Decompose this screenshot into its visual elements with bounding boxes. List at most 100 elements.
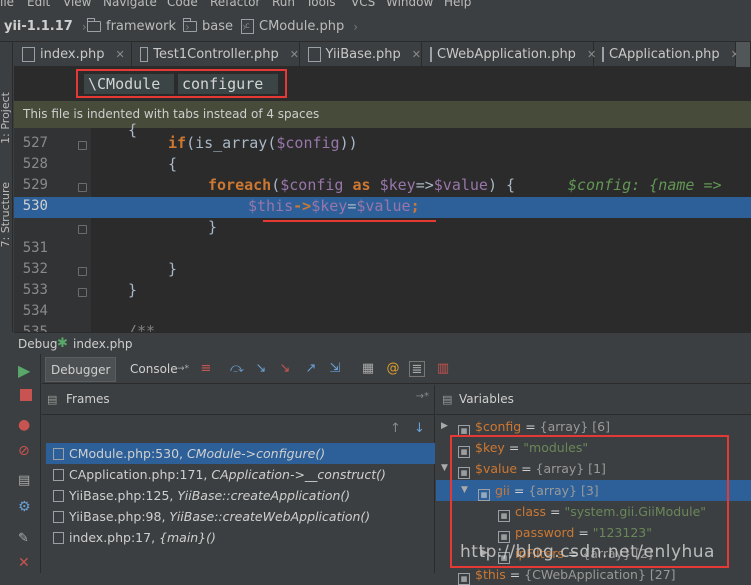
project-tool-tab[interactable]: 1: Project — [0, 92, 12, 144]
menu-vcs[interactable]: VCS — [351, 0, 375, 9]
code-line-534: } — [128, 281, 138, 299]
annotation-underline — [263, 220, 436, 222]
code-line-527: if(is_array($config)) — [168, 134, 358, 152]
step-into-icon[interactable]: ↘ — [253, 361, 269, 377]
nav-folder-base[interactable]: base › — [183, 18, 247, 34]
mute-breakpoints-icon[interactable]: ⊘ — [18, 443, 34, 459]
menu-help[interactable]: Help — [444, 0, 471, 9]
nav-project[interactable]: yii-1.1.17 › — [4, 19, 87, 34]
php-file-icon — [308, 47, 321, 62]
debug-label: Debug — [18, 337, 58, 351]
menu-bar: ile Edit View Navigate Code Refactor Run… — [0, 0, 751, 10]
run-to-cursor-icon[interactable]: ⇲ — [327, 361, 343, 377]
tab-cmodule-php[interactable] — [736, 42, 751, 67]
tab-test1controller-php[interactable]: Test1Controller.php ✕ — [132, 42, 300, 67]
php-frame-icon — [53, 532, 64, 544]
step-out-icon[interactable]: ↗ — [303, 361, 319, 377]
structure-tool-tab[interactable]: 7: Structure — [0, 182, 12, 247]
menu-tools[interactable]: Tools — [306, 0, 336, 9]
folder-icon — [87, 18, 101, 32]
code-line-533: } — [168, 260, 178, 278]
php-frame-icon — [53, 490, 64, 502]
variables-icon: ▤ — [442, 393, 453, 406]
pin-icon[interactable]: →* — [416, 391, 429, 402]
frames-title: Frames — [66, 392, 110, 406]
inline-debug-hint: $config: {name => — [568, 176, 722, 194]
close-icon[interactable]: ✕ — [18, 555, 34, 571]
variables-title: Variables — [459, 392, 514, 406]
fold-marker[interactable] — [78, 225, 87, 234]
tab-console[interactable]: Console — [125, 357, 183, 382]
view-breakpoints-icon[interactable]: ● — [18, 417, 34, 433]
variable-config[interactable]: ▦ $config = {array} [6] — [458, 416, 610, 437]
frames-header: ▤ Frames →* — [42, 385, 435, 415]
fold-marker[interactable] — [78, 267, 87, 276]
php-frame-icon — [53, 511, 64, 523]
collapse-arrow-icon[interactable]: ▼ — [441, 463, 448, 473]
menu-window[interactable]: Window — [386, 0, 433, 9]
clear-icon[interactable]: ▥ — [435, 361, 451, 377]
fold-marker[interactable] — [78, 183, 87, 192]
bug-icon: ✱ — [57, 336, 68, 351]
code-line-531: } — [208, 218, 218, 236]
editor-tabs: index.php ✕ Test1Controller.php ✕ YiiBase.… — [14, 42, 751, 67]
debug-session-tab[interactable]: index.php — [73, 337, 132, 351]
menu-file[interactable]: ile — [0, 0, 14, 9]
menu-navigate[interactable]: Navigate — [103, 0, 157, 9]
line-number: 530 — [22, 198, 48, 214]
watch-icon[interactable]: @ — [385, 361, 401, 377]
menu-code[interactable]: Code — [167, 0, 198, 9]
menu-edit[interactable]: Edit — [27, 0, 50, 9]
fold-marker[interactable] — [78, 141, 87, 150]
php-frame-icon — [53, 448, 64, 460]
line-number: 527 — [22, 135, 48, 151]
line-number: 528 — [22, 156, 48, 172]
code-line-530: $this->$key=$value; — [248, 197, 420, 215]
tab-cwebapplication-php[interactable]: CWebApplication.php ✕ — [422, 42, 596, 67]
php-file-icon — [140, 47, 149, 62]
settings-icon[interactable]: ⚙ — [18, 499, 34, 515]
close-icon[interactable]: ✕ — [290, 48, 299, 61]
pin-icon[interactable]: ✎ — [18, 531, 34, 547]
frames-icon: ▤ — [47, 393, 58, 406]
frame-row[interactable]: YiiBase.php:125, YiiBase::createApplicat… — [46, 485, 435, 506]
tab-index-php[interactable]: index.php ✕ — [14, 42, 132, 67]
tab-debugger[interactable]: Debugger — [45, 357, 117, 382]
code-line-529: foreach($config as $key=>$value) { — [208, 176, 516, 194]
menu-view[interactable]: View — [63, 0, 91, 9]
fold-marker[interactable] — [78, 288, 87, 297]
close-icon[interactable]: ✕ — [412, 48, 421, 61]
frame-row[interactable]: CApplication.php:171, CApplication->__co… — [46, 464, 435, 485]
nav-folder-framework[interactable]: framework › — [87, 18, 190, 34]
force-step-into-icon[interactable]: ↘ — [277, 361, 293, 377]
line-number: 534 — [22, 303, 48, 319]
frame-row[interactable]: CModule.php:530, CModule->configure() — [46, 443, 435, 464]
close-icon[interactable]: ✕ — [115, 48, 124, 61]
restore-layout-icon[interactable]: ▤ — [18, 473, 34, 489]
debug-toolbar: Debugger Console →* ≡ ⤼ ↘ ↘ ↗ ⇲ ▦ @ ≣ ▥ — [42, 354, 751, 384]
debug-title-bar: Debug ✱ index.php — [14, 332, 751, 354]
nav-file[interactable]: C CModule.php › — [241, 19, 358, 34]
arrow-down-icon[interactable]: ↓ — [414, 421, 425, 436]
step-over-icon[interactable]: ⤼ — [229, 361, 245, 377]
evaluate-expression-icon[interactable]: ▦ — [360, 361, 376, 377]
console-pin-icon[interactable]: →* — [175, 361, 191, 377]
tab-yiibase-php[interactable]: YiiBase.php ✕ — [300, 42, 422, 67]
frame-row[interactable]: index.php:17, {main}() — [46, 527, 435, 548]
arrow-up-icon[interactable]: ↑ — [390, 421, 401, 436]
expand-arrow-icon[interactable]: ▶ — [441, 421, 448, 431]
show-execution-point-icon[interactable]: ≡ — [198, 361, 214, 377]
toggle-list-icon[interactable]: ≣ — [409, 361, 425, 377]
line-number: 533 — [22, 282, 48, 298]
code-line-526: { — [128, 121, 138, 139]
code-line-528: { — [168, 155, 178, 173]
tab-capplication-php[interactable]: CApplication.php✕ — [594, 42, 740, 67]
stop-icon[interactable] — [20, 389, 32, 401]
resume-icon[interactable]: ▶ — [18, 363, 34, 379]
annotation-box-breadcrumb — [76, 69, 287, 98]
frame-row[interactable]: YiiBase.php:98, YiiBase::createWebApplic… — [46, 506, 435, 527]
menu-refactor[interactable]: Refactor — [210, 0, 260, 9]
debug-side-toolbar: ▶ ● ⊘ ▤ ⚙ ✎ ✕ — [0, 354, 41, 573]
line-number: 529 — [22, 177, 48, 193]
menu-run[interactable]: Run — [272, 0, 295, 9]
